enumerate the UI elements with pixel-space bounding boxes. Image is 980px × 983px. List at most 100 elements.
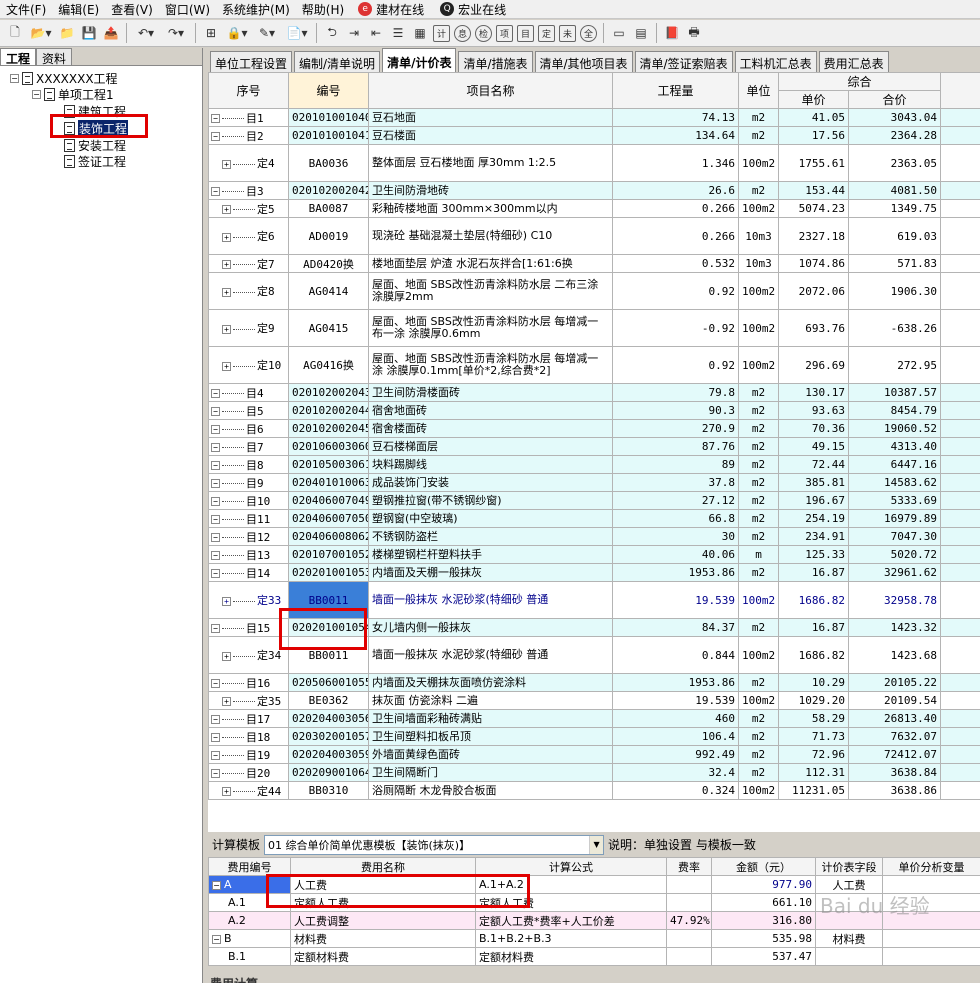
cell-seq[interactable]: − 目3: [208, 181, 289, 200]
cell-price[interactable]: 1755.61: [778, 144, 849, 182]
cell-price[interactable]: 17.56: [778, 126, 849, 145]
cell-code[interactable]: 020209001064: [288, 763, 369, 782]
cell-unit[interactable]: 10m3: [738, 254, 779, 273]
cell-total[interactable]: 16979.89: [847, 509, 942, 528]
cell-qty[interactable]: 89: [612, 455, 739, 474]
expand-icon[interactable]: −: [211, 624, 220, 633]
cell-code[interactable]: 020102002045: [288, 419, 369, 438]
open-icon[interactable]: 📂▾: [27, 23, 55, 43]
check-icon[interactable]: 检: [475, 24, 492, 42]
cell-total[interactable]: 1423.32: [847, 618, 942, 637]
table-row[interactable]: + 定9 AG0415 屋面、地面 SBS改性沥青涂料防水层 每增减一布一涂 涂膜厚0…: [208, 309, 980, 347]
target-icon[interactable]: 目: [517, 24, 534, 42]
cell-qty[interactable]: 460: [612, 709, 739, 728]
cell-total[interactable]: 26813.40: [847, 709, 942, 728]
cell-code[interactable]: AG0415: [288, 309, 369, 347]
cell-name[interactable]: 卫生间隔断门: [368, 763, 613, 782]
calc-template-select[interactable]: 01 综合单价简单优惠模板【装饰(抹灰)】 ▼: [264, 834, 605, 855]
fee-cell-formula[interactable]: B.1+B.2+B.3: [475, 929, 667, 948]
cell-name[interactable]: 豆石楼面: [368, 126, 613, 145]
cell-qty[interactable]: 992.49: [612, 745, 739, 764]
cell-unit[interactable]: m2: [738, 673, 779, 692]
redo-icon[interactable]: ↷▾: [162, 23, 190, 43]
fee-cell-name[interactable]: 定额人工费: [290, 893, 476, 912]
table-row[interactable]: − 目9 020401010063 成品装饰门安装 37.8 m2 385.81 14583.…: [208, 473, 980, 492]
cell-code[interactable]: 020201001053: [288, 563, 369, 582]
cell-unit[interactable]: 100m2: [738, 272, 779, 310]
cell-seq[interactable]: + 定8: [208, 272, 289, 310]
cell-unit[interactable]: m2: [738, 618, 779, 637]
cell-price[interactable]: 254.19: [778, 509, 849, 528]
expand-icon[interactable]: −: [211, 425, 220, 434]
fee-cell-name[interactable]: 人工费调整: [290, 911, 476, 930]
cell-unit[interactable]: m2: [738, 126, 779, 145]
cell-seq[interactable]: − 目6: [208, 419, 289, 438]
expand-icon[interactable]: −: [211, 479, 220, 488]
cell-code[interactable]: 020102002043: [288, 383, 369, 402]
table-row[interactable]: + 定6 AD0019 现浇砼 基础混凝土垫层(特细砂) C10 0.266 10m3 23…: [208, 217, 980, 255]
menu-edit[interactable]: 编辑(E): [52, 1, 105, 18]
cell-price[interactable]: 1029.20: [778, 691, 849, 710]
cell-unit[interactable]: 100m2: [738, 144, 779, 182]
fee-cell-rate[interactable]: [666, 893, 712, 912]
table-row[interactable]: + 定4 BA0036 整体面层 豆石楼地面 厚30mm 1:2.5 1.346 100m…: [208, 144, 980, 182]
quota-icon[interactable]: 定: [538, 24, 555, 42]
expand-icon[interactable]: +: [222, 159, 231, 169]
link-hongye[interactable]: Q 宏业在线: [432, 1, 514, 18]
cell-price[interactable]: 16.87: [778, 618, 849, 637]
cell-seq[interactable]: − 目1: [208, 108, 289, 127]
table-row[interactable]: − 目4 020102002043 卫生间防滑楼面砖 79.8 m2 130.17 10387…: [208, 383, 980, 402]
tree-item-decoration[interactable]: 装饰工程: [64, 120, 129, 137]
cell-seq[interactable]: − 目4: [208, 383, 289, 402]
book-icon[interactable]: 📕: [662, 23, 682, 43]
table-row[interactable]: − 目10 020406007049 塑钢推拉窗(带不锈钢纱窗) 27.12 m2 196.…: [208, 491, 980, 510]
cell-total[interactable]: 3638.84: [847, 763, 942, 782]
cell-seq[interactable]: + 定9: [208, 309, 289, 347]
cell-total[interactable]: 19060.52: [847, 419, 942, 438]
cell-name[interactable]: 塑钢窗(中空玻璃): [368, 509, 613, 528]
cell-seq[interactable]: − 目14: [208, 563, 289, 582]
cell-unit[interactable]: m2: [738, 527, 779, 546]
cell-seq[interactable]: + 定44: [208, 781, 289, 800]
cell-total[interactable]: 7632.07: [847, 727, 942, 746]
cell-total[interactable]: 4081.50: [847, 181, 942, 200]
table-row[interactable]: − 目1 020101001040 豆石地面 74.13 m2 41.05 3043.04: [208, 108, 980, 127]
cell-qty[interactable]: 40.06: [612, 545, 739, 564]
expand-icon[interactable]: −: [211, 187, 220, 196]
tab-material-summary[interactable]: 工料机汇总表: [734, 51, 817, 72]
cell-qty[interactable]: -0.92: [612, 309, 739, 347]
cell-price[interactable]: 1074.86: [778, 254, 849, 273]
collapse-icon[interactable]: −: [32, 90, 41, 99]
expand-icon[interactable]: −: [211, 114, 220, 123]
cell-price[interactable]: 112.31: [778, 763, 849, 782]
cell-total[interactable]: 571.83: [847, 254, 942, 273]
cell-unit[interactable]: 100m2: [738, 309, 779, 347]
collapse-icon[interactable]: −: [10, 74, 19, 83]
tab-measures-table[interactable]: 清单/措施表: [458, 51, 533, 72]
fee-cell-var[interactable]: [882, 947, 980, 966]
cell-seq[interactable]: − 目15: [208, 618, 289, 637]
cell-price[interactable]: 385.81: [778, 473, 849, 492]
cell-unit[interactable]: m2: [738, 473, 779, 492]
cell-code[interactable]: 020107001052: [288, 545, 369, 564]
cell-unit[interactable]: 100m2: [738, 199, 779, 218]
cell-name[interactable]: 墙面一般抹灰 水泥砂浆(特细砂 普通: [368, 636, 613, 674]
chevron-down-icon[interactable]: ▼: [589, 835, 604, 854]
cell-qty[interactable]: 1953.86: [612, 673, 739, 692]
cell-seq[interactable]: + 定10: [208, 346, 289, 384]
cell-price[interactable]: 71.73: [778, 727, 849, 746]
table-row[interactable]: − 目8 020105003061 块料踢脚线 89 m2 72.44 6447.16: [208, 455, 980, 474]
cell-code[interactable]: 020102002042: [288, 181, 369, 200]
table-row[interactable]: − 目14 020201001053 内墙面及天棚一般抹灰 1953.86 m2 16.87…: [208, 563, 980, 582]
table-row[interactable]: − 目12 020406008062 不锈钢防盗栏 30 m2 234.91 7047.30: [208, 527, 980, 546]
tab-pricing-table[interactable]: 清单/计价表: [382, 48, 457, 72]
fee-cell-code[interactable]: A.2: [208, 911, 291, 930]
cell-price[interactable]: 234.91: [778, 527, 849, 546]
cell-name[interactable]: 现浇砼 基础混凝土垫层(特细砂) C10: [368, 217, 613, 255]
tab-visa-claims[interactable]: 清单/签证索赔表: [634, 51, 733, 72]
menu-view[interactable]: 查看(V): [105, 1, 159, 18]
cell-qty[interactable]: 1953.86: [612, 563, 739, 582]
cell-seq[interactable]: + 定34: [208, 636, 289, 674]
fee-cell-formula[interactable]: 定额材料费: [475, 947, 667, 966]
table-row[interactable]: − 目13 020107001052 楼梯塑钢栏杆塑料扶手 40.06 m 125.33 50…: [208, 545, 980, 564]
